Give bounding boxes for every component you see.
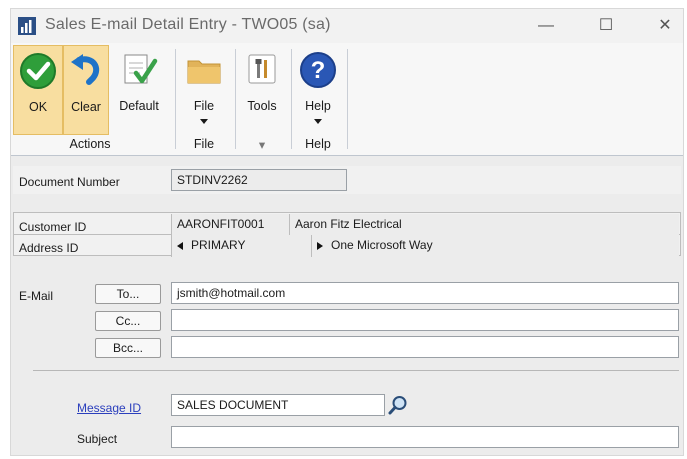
tools-button[interactable]: Tools (239, 45, 285, 135)
customer-name-field: Aaron Fitz Electrical (289, 214, 679, 236)
ribbon-separator (175, 49, 176, 149)
previous-arrow-icon[interactable] (177, 241, 183, 250)
bar-chart-icon (18, 17, 36, 35)
close-button[interactable]: ✕ (645, 13, 685, 39)
default-doc-check-icon (124, 54, 158, 84)
bcc-field[interactable] (171, 336, 679, 358)
title-bar: Sales E-mail Detail Entry - TWO05 (sa) —… (11, 9, 683, 43)
to-field[interactable]: jsmith@hotmail.com (171, 282, 679, 304)
section-divider (33, 370, 679, 371)
tools-group-arrow[interactable]: ▾ (239, 137, 285, 152)
cc-field[interactable] (171, 309, 679, 331)
ribbon-separator (347, 49, 348, 149)
ok-label: OK (28, 100, 48, 114)
file-menu-button[interactable]: File (181, 45, 227, 135)
document-number-field: STDINV2262 (171, 169, 347, 191)
file-label: File (193, 99, 215, 113)
address-field: One Microsoft Way (311, 235, 679, 257)
default-label: Default (119, 99, 159, 113)
form-area: Document Number STDINV2262 Customer ID A… (11, 156, 683, 456)
address-value: One Microsoft Way (331, 238, 433, 252)
folder-icon (187, 60, 221, 84)
help-menu-button[interactable]: ? Help (295, 45, 341, 135)
window-title: Sales E-mail Detail Entry - TWO05 (sa) (45, 16, 331, 33)
tools-icon (248, 54, 276, 84)
ok-button[interactable]: OK (13, 45, 63, 135)
actions-group-label: Actions (69, 137, 111, 151)
message-id-field[interactable]: SALES DOCUMENT (171, 394, 385, 416)
ribbon-separator (235, 49, 236, 149)
address-id-field[interactable]: PRIMARY (171, 235, 311, 257)
help-dropdown-arrow (314, 119, 322, 124)
svg-text:?: ? (311, 57, 326, 84)
message-id-link[interactable]: Message ID (77, 401, 141, 415)
ribbon-toolbar: OK Clear Default Actions File File Tools… (11, 43, 683, 156)
next-arrow-icon[interactable] (317, 241, 323, 250)
subject-label: Subject (77, 432, 118, 446)
clear-button[interactable]: Clear (63, 45, 109, 135)
bcc-button[interactable]: Bcc... (95, 338, 161, 358)
address-id-label: Address ID (19, 241, 79, 255)
maximize-button[interactable]: ☐ (586, 13, 626, 39)
undo-arrow-icon (71, 54, 100, 85)
address-id-value: PRIMARY (191, 238, 246, 252)
help-label: Help (305, 99, 331, 113)
help-question-icon: ? (300, 52, 336, 88)
document-number-label: Document Number (19, 175, 120, 189)
tools-label: Tools (247, 99, 277, 113)
sales-email-detail-entry-window: Sales E-mail Detail Entry - TWO05 (sa) —… (10, 8, 684, 456)
customer-id-label: Customer ID (19, 220, 87, 234)
file-dropdown-arrow (200, 119, 208, 124)
minimize-button[interactable]: — (526, 13, 566, 39)
email-label: E-Mail (19, 289, 54, 303)
file-group-label: File (193, 137, 215, 151)
ribbon-separator (291, 49, 292, 149)
cc-button[interactable]: Cc... (95, 311, 161, 331)
clear-label: Clear (71, 100, 101, 114)
default-button[interactable]: Default (111, 45, 167, 135)
customer-id-field[interactable]: AARONFIT0001 (171, 214, 289, 236)
subject-field[interactable] (171, 426, 679, 448)
ok-check-icon (20, 53, 56, 89)
to-button[interactable]: To... (95, 284, 161, 304)
help-group-label: Help (305, 137, 331, 151)
magnifier-icon[interactable] (387, 394, 409, 416)
